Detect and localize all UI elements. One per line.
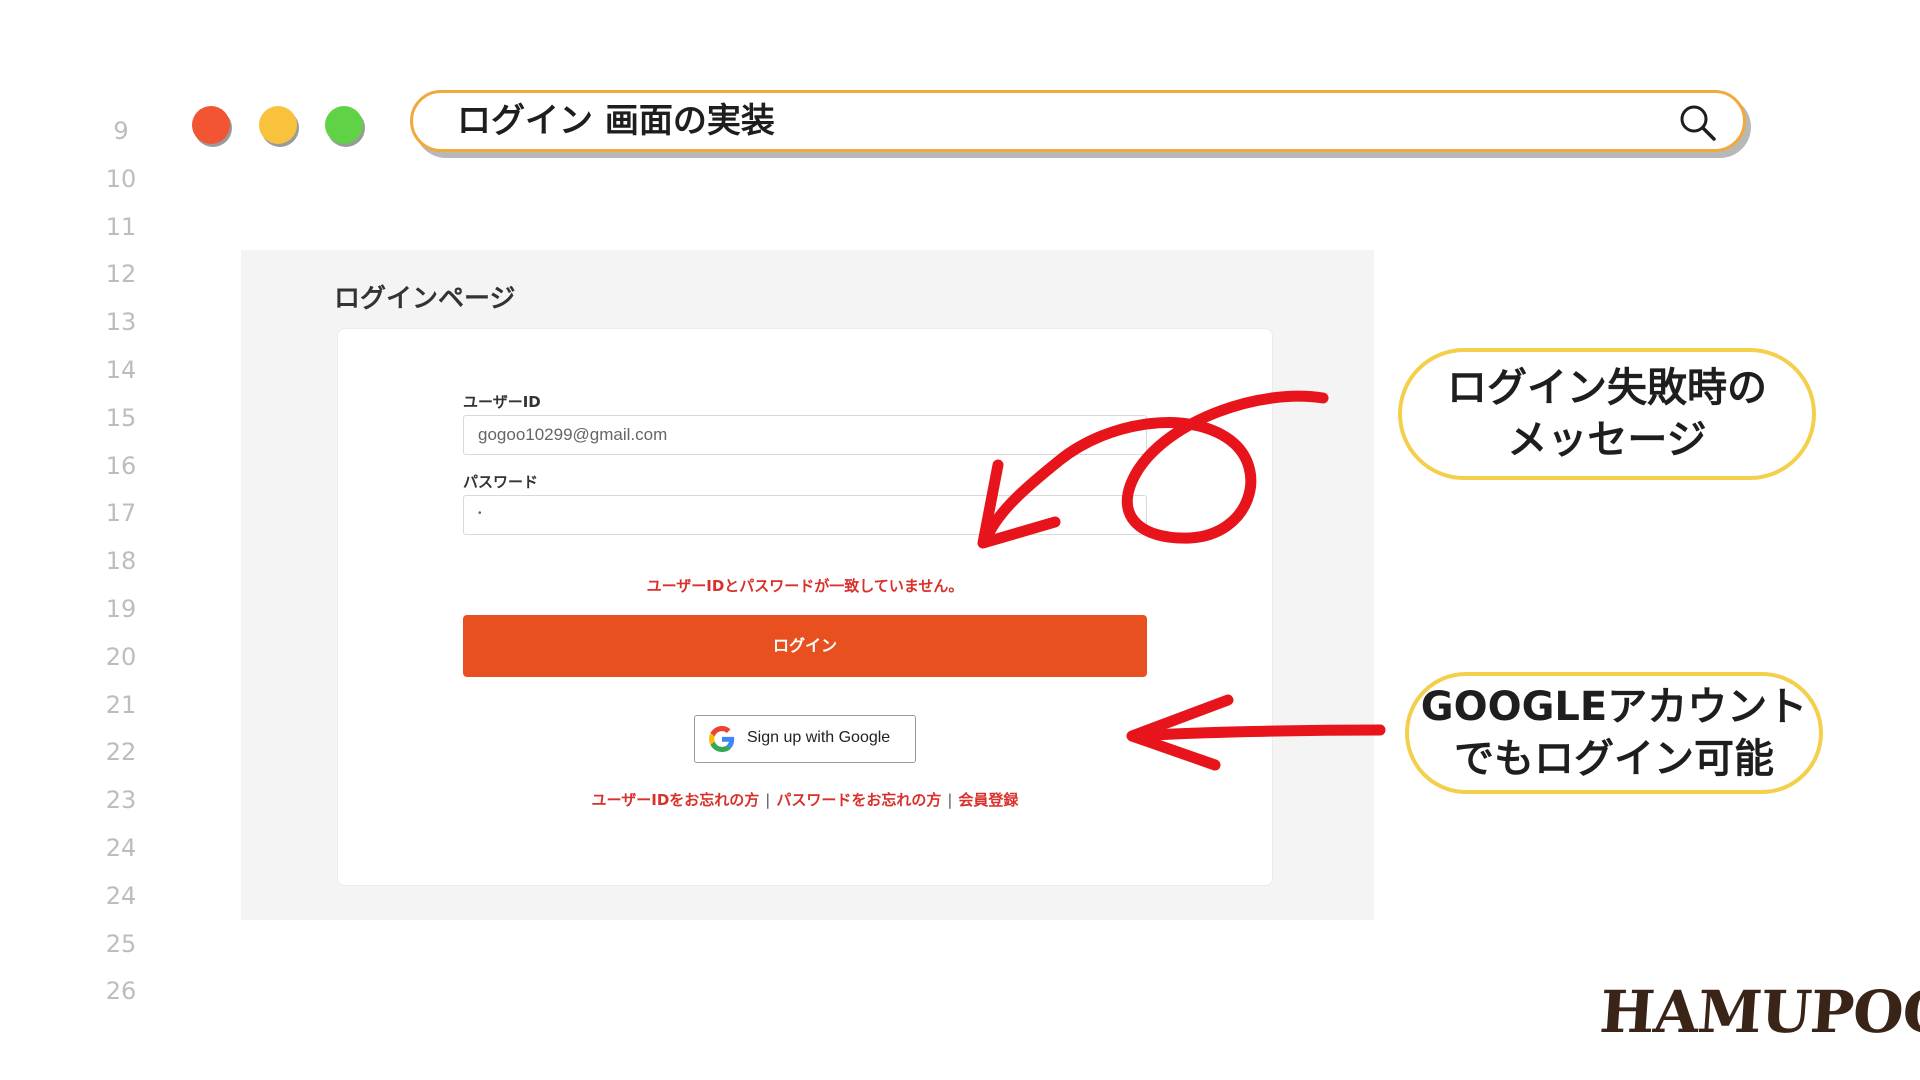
callout-error-message: ログイン失敗時の メッセージ [1398, 348, 1816, 480]
loop-arrow [979, 390, 1329, 548]
hamupochi-logo: HAMUPOCHI [1597, 978, 1920, 1046]
callout-2-line-1: GOOGLEアカウント [1420, 684, 1808, 730]
callout-1-line-2: メッセージ [1507, 417, 1707, 463]
google-arrow [1129, 724, 1386, 742]
callout-1-line-1: ログイン失敗時の [1447, 365, 1767, 411]
callout-2-line-2: でもログイン可能 [1454, 736, 1774, 782]
callout-google-login: GOOGLEアカウント でもログイン可能 [1405, 672, 1823, 794]
annotation-arrows [977, 390, 1386, 771]
